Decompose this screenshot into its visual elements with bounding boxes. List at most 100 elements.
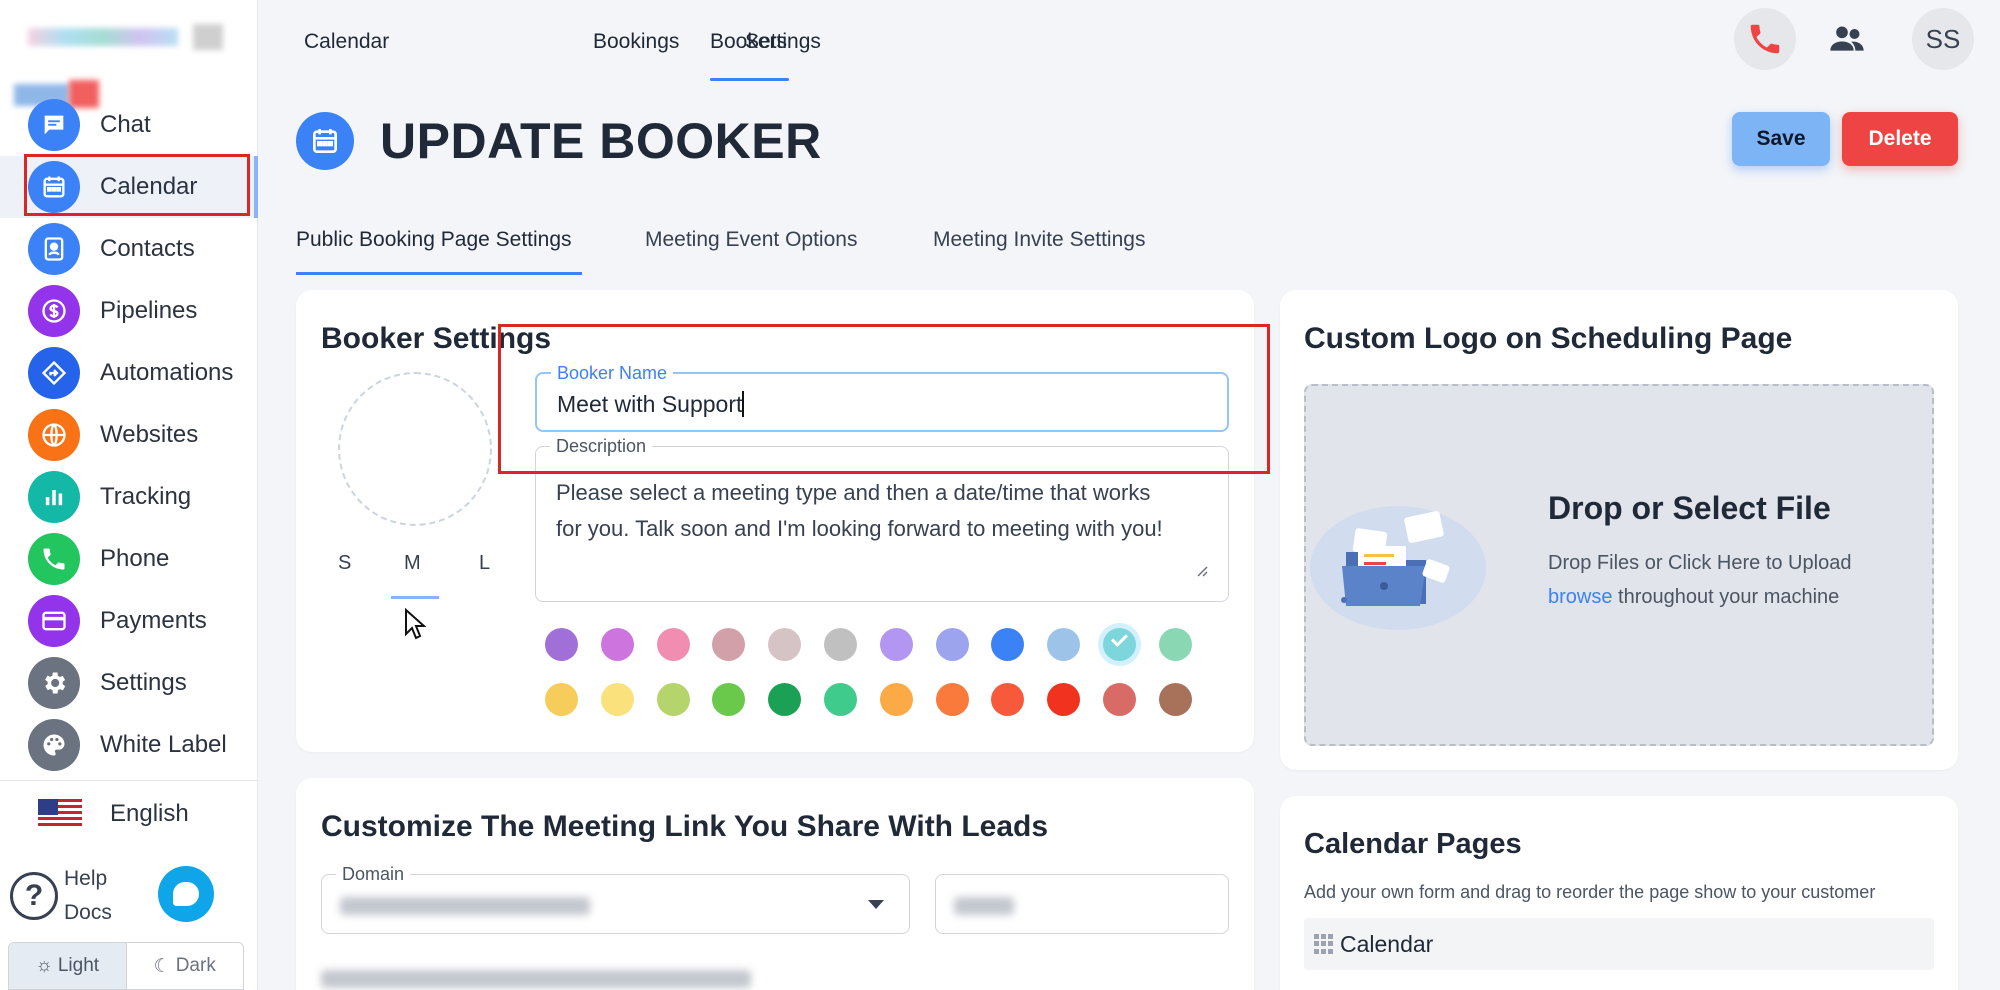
save-button[interactable]: Save: [1732, 112, 1830, 166]
text-caret: [742, 391, 745, 417]
dropzone-text-after: throughout your machine: [1618, 586, 1840, 608]
sidebar-item-automations[interactable]: Automations: [0, 342, 258, 404]
color-swatch[interactable]: [600, 683, 634, 716]
sidebar-item-label: Websites: [100, 421, 199, 448]
delete-button[interactable]: Delete: [1842, 112, 1958, 166]
brand-logo[interactable]: [28, 22, 228, 54]
domain-value-redacted: [340, 897, 590, 915]
booker-avatar-upload[interactable]: [338, 372, 492, 526]
theme-dark-button[interactable]: ☾ Dark: [127, 943, 244, 989]
slug-value-redacted: [954, 897, 1014, 915]
description-field[interactable]: Description Please select a meeting type…: [535, 436, 1229, 602]
sidebar-item-label: Contacts: [100, 235, 195, 262]
color-swatch[interactable]: [824, 683, 857, 716]
chevron-down-icon[interactable]: [868, 900, 884, 909]
color-swatch[interactable]: [1047, 628, 1081, 661]
booker-name-value: Meet with Support: [557, 391, 743, 417]
check-icon: [1111, 630, 1128, 647]
color-swatch[interactable]: [600, 628, 634, 661]
theme-light-label: Light: [57, 955, 100, 976]
sidebar-item-contacts[interactable]: Contacts: [0, 218, 258, 280]
dropzone-text-before: Drop Files or Click Here to Upload: [1548, 552, 1852, 574]
color-swatch[interactable]: [879, 683, 913, 716]
user-avatar-button[interactable]: SS: [1912, 8, 1974, 70]
sidebar-item-websites[interactable]: Websites: [0, 404, 258, 466]
domain-label: Domain: [336, 864, 411, 885]
color-swatch[interactable]: [1158, 628, 1192, 661]
tab-settings[interactable]: Settings: [745, 30, 821, 54]
domain-select[interactable]: Domain: [321, 864, 910, 934]
color-swatch[interactable]: [545, 683, 578, 716]
color-swatch[interactable]: [879, 628, 913, 661]
chat-bubble-icon: [173, 882, 199, 906]
tab-meeting-event-options[interactable]: Meeting Event Options: [645, 228, 857, 252]
theme-dark-label: Dark: [175, 955, 216, 976]
sidebar-item-label: Phone: [100, 545, 170, 572]
tab-meeting-invite-settings[interactable]: Meeting Invite Settings: [933, 228, 1145, 252]
sidebar-item-phone[interactable]: Phone: [0, 528, 258, 590]
sidebar-item-white-label[interactable]: White Label: [0, 714, 258, 776]
sidebar-item-payments[interactable]: Payments: [0, 590, 258, 652]
color-swatch[interactable]: [768, 683, 802, 716]
color-swatch[interactable]: [656, 683, 690, 716]
top-nav: Calendar Bookers Bookings Settings SS: [258, 0, 2000, 86]
sidebar-item-label: Tracking: [100, 483, 192, 510]
drag-handle-icon[interactable]: [1314, 934, 1334, 954]
description-value: Please select a meeting type and then a …: [556, 480, 1163, 541]
resize-handle-icon[interactable]: [1194, 563, 1208, 577]
gear-icon: [28, 657, 80, 709]
calendar-page-label: Calendar: [1340, 930, 1434, 957]
sun-icon: ☼: [35, 955, 53, 976]
color-swatch[interactable]: [1103, 683, 1136, 716]
mouse-cursor-icon: [405, 608, 426, 640]
size-option-s[interactable]: S: [338, 552, 351, 575]
color-swatch[interactable]: [935, 628, 969, 661]
calendar-icon: [28, 161, 80, 213]
size-option-m[interactable]: M: [404, 552, 421, 575]
docs-label: Docs: [64, 901, 112, 924]
color-swatch[interactable]: [1158, 683, 1192, 716]
globe-icon: [28, 409, 80, 461]
theme-light-button[interactable]: ☼ Light: [9, 943, 127, 989]
booker-name-field[interactable]: Booker Name Meet with Support: [535, 363, 1229, 432]
active-tab-underline: [710, 78, 789, 81]
color-swatch[interactable]: [1103, 628, 1136, 661]
sidebar-item-label: Calendar: [100, 173, 198, 200]
color-swatch[interactable]: [824, 628, 857, 661]
dropzone-title: Drop or Select File: [1548, 490, 1831, 526]
browse-link[interactable]: browse: [1548, 586, 1612, 608]
tab-bookings[interactable]: Bookings: [593, 30, 679, 54]
sidebar-item-calendar[interactable]: Calendar: [0, 156, 258, 218]
tab-public-booking-page-settings[interactable]: Public Booking Page Settings: [296, 228, 572, 252]
tab-calendar[interactable]: Calendar: [304, 30, 389, 54]
sidebar-item-pipelines[interactable]: Pipelines: [0, 280, 258, 342]
booker-settings-title: Booker Settings: [321, 322, 552, 355]
contacts-icon: [28, 223, 80, 275]
color-swatch[interactable]: [1047, 683, 1081, 716]
sidebar-nav: Chat Calendar Contacts Pipelines Automat…: [0, 94, 258, 776]
slug-input[interactable]: [935, 874, 1229, 934]
color-swatch[interactable]: [768, 628, 802, 661]
color-swatch[interactable]: [656, 628, 690, 661]
team-button[interactable]: [1816, 8, 1878, 70]
help-docs-link[interactable]: ? Help Docs: [10, 862, 112, 930]
sidebar-item-chat[interactable]: Chat: [0, 94, 258, 156]
sidebar-item-label: Automations: [100, 359, 234, 386]
dollar-icon: [28, 285, 80, 337]
sidebar-item-settings[interactable]: Settings: [0, 652, 258, 714]
custom-logo-title: Custom Logo on Scheduling Page: [1304, 322, 1793, 355]
sidebar-item-label: Chat: [100, 111, 151, 138]
help-label: Help: [64, 867, 108, 890]
help-icon: ?: [10, 872, 58, 920]
support-chat-button[interactable]: [158, 866, 214, 922]
sidebar-item-label: Payments: [100, 607, 207, 634]
calendar-page-row[interactable]: Calendar: [1304, 918, 1934, 970]
language-label: English: [110, 799, 189, 827]
language-selector[interactable]: English: [0, 780, 258, 846]
color-swatch[interactable]: [545, 628, 578, 661]
meeting-link-url-redacted: [321, 970, 751, 988]
sidebar-item-tracking[interactable]: Tracking: [0, 466, 258, 528]
phone-button[interactable]: [1734, 8, 1796, 70]
color-swatch[interactable]: [935, 683, 969, 716]
size-option-l[interactable]: L: [479, 552, 490, 575]
